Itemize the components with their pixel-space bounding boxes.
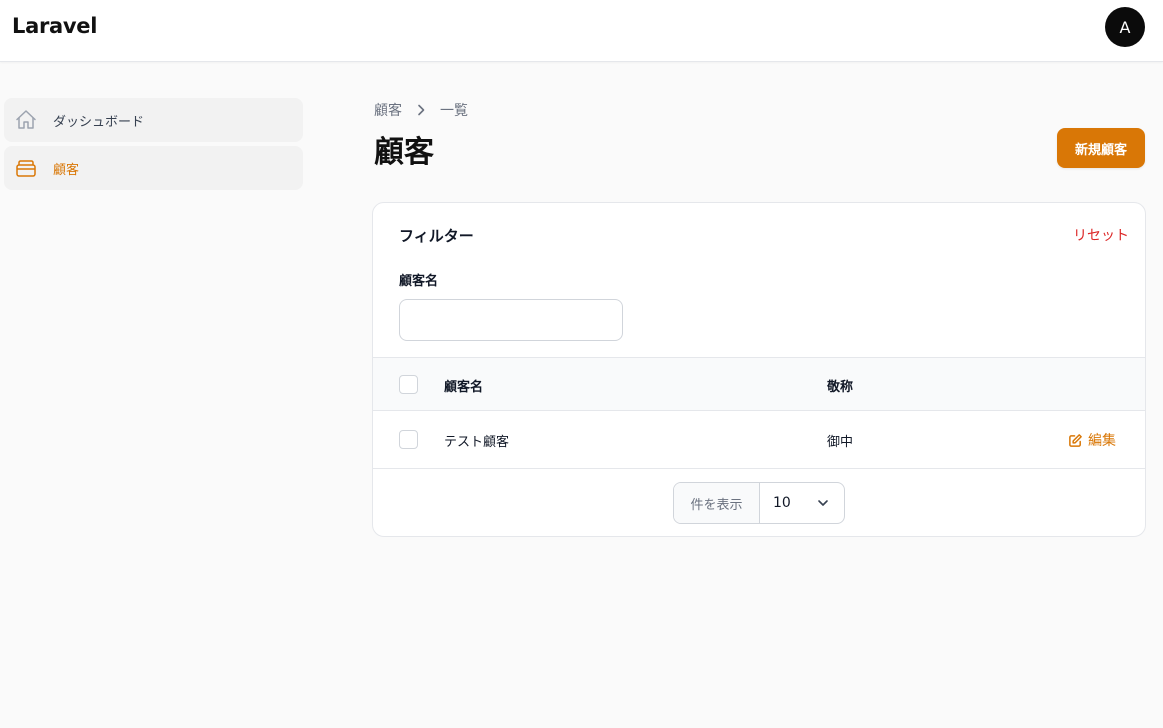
customer-name-filter-input[interactable] [399, 299, 623, 341]
edit-label: 編集 [1088, 433, 1116, 449]
table-header: 顧客名 敬称 [373, 357, 1145, 411]
table-row: テスト顧客 御中 編集 [373, 411, 1145, 469]
customer-name-label: 顧客名 [399, 274, 439, 289]
per-page-value: 10 [773, 495, 791, 511]
honorific-cell: 御中 [827, 435, 854, 450]
top-bar: Laravel A [0, 0, 1163, 62]
page-title: 顧客 [374, 135, 434, 170]
select-all-checkbox[interactable] [399, 375, 418, 394]
user-avatar[interactable]: A [1105, 7, 1145, 47]
per-page-label: 件を表示 [674, 483, 760, 523]
edit-icon [1068, 433, 1083, 448]
column-header-honorific[interactable]: 敬称 [827, 376, 853, 395]
chevron-right-icon [416, 104, 426, 116]
breadcrumb: 顧客 一覧 [374, 100, 468, 120]
sidebar-item-label: ダッシュボード [53, 114, 145, 130]
edit-button[interactable]: 編集 [1068, 430, 1116, 450]
inbox-icon [14, 156, 38, 180]
customer-name-cell: テスト顧客 [444, 435, 510, 450]
row-checkbox[interactable] [399, 430, 418, 449]
sidebar-item-customers[interactable]: 顧客 [4, 146, 303, 190]
home-icon [14, 108, 38, 132]
customer-table-card: フィルター リセット 顧客名 顧客名 敬称 テスト顧客 御中 編集 件を表示 1… [372, 202, 1146, 537]
reset-filter-link[interactable]: リセット [1073, 225, 1129, 245]
sidebar-item-label: 顧客 [53, 162, 80, 178]
column-header-name[interactable]: 顧客名 [444, 376, 483, 395]
sidebar-item-dashboard[interactable]: ダッシュボード [4, 98, 303, 142]
chevron-down-icon [816, 496, 830, 514]
per-page-select[interactable]: 10 [760, 483, 844, 523]
new-customer-button[interactable]: 新規顧客 [1057, 128, 1145, 168]
breadcrumb-root[interactable]: 顧客 [374, 100, 402, 120]
breadcrumb-current: 一覧 [440, 103, 468, 119]
per-page-selector: 件を表示 10 [673, 482, 845, 524]
filter-title: フィルター [399, 227, 474, 245]
brand-logo[interactable]: Laravel [12, 14, 97, 38]
sidebar: ダッシュボード 顧客 [4, 98, 303, 194]
